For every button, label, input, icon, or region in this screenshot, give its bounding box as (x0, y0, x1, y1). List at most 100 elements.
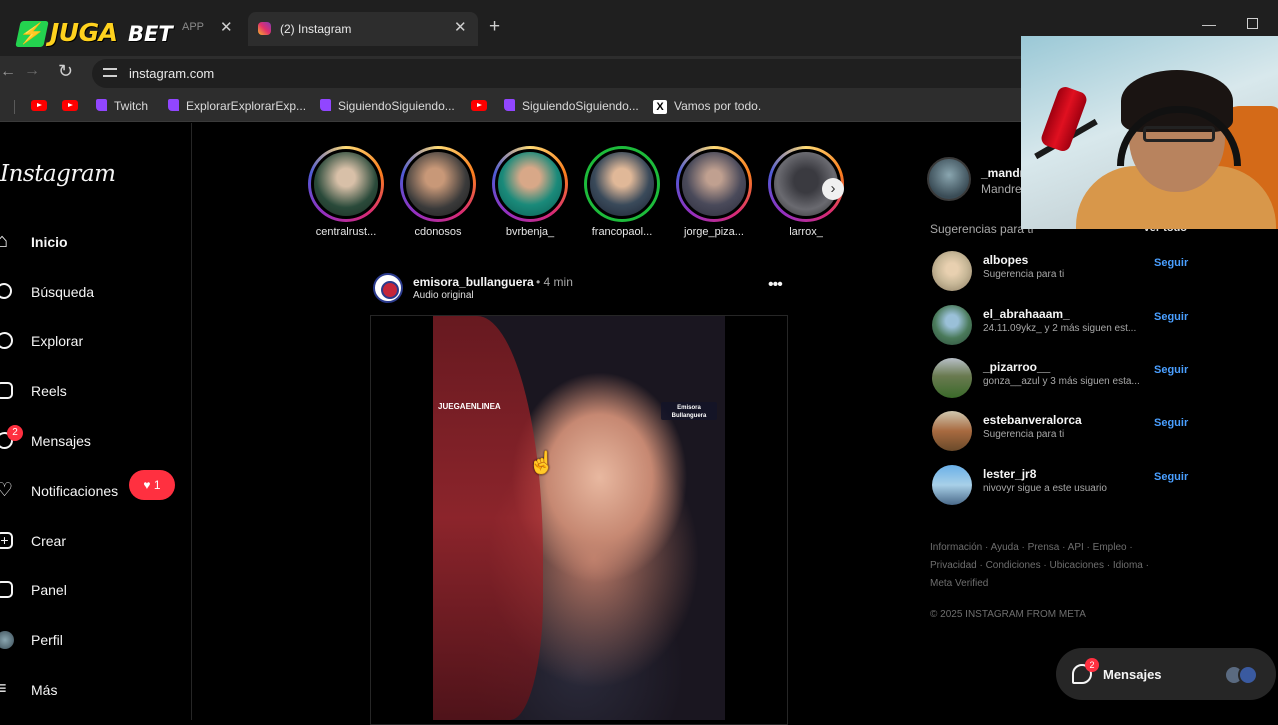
tab-title: (2) Instagram (280, 22, 352, 36)
suggestion-avatar[interactable] (932, 358, 972, 398)
suggestion-subtitle: 24.11.09ykz_ y 2 más siguen est... (983, 323, 1137, 334)
bookmark-siguiendo[interactable]: SiguiendoSiguiendo... (320, 99, 455, 113)
story-item[interactable]: centralrust... (306, 146, 386, 242)
new-tab-icon[interactable]: + (489, 16, 500, 38)
suggestions-title: Sugerencias para ti (930, 222, 1034, 236)
follow-button[interactable]: Seguir (1154, 364, 1188, 376)
more-options-icon[interactable]: ••• (768, 276, 783, 294)
post-author-username[interactable]: emisora_bullanguera (413, 275, 534, 289)
forward-arrow-icon[interactable]: → (24, 62, 40, 80)
avatar (1238, 665, 1258, 685)
suggestion-item: _pizarroo__ gonza__azul y 3 más siguen e… (930, 358, 1190, 402)
chevron-right-icon[interactable]: › (822, 178, 844, 200)
post-author-avatar[interactable] (373, 273, 403, 303)
nav-item-explorar[interactable]: Explorar (0, 327, 190, 357)
follow-button[interactable]: Seguir (1154, 417, 1188, 429)
messages-floating-button[interactable]: 2 Mensajes (1056, 648, 1276, 700)
bookmark-youtube[interactable] (471, 99, 487, 113)
instagram-sidebar: Instagram ⌂ Inicio Búsqueda Explorar Ree… (0, 123, 192, 720)
bookmark-x[interactable]: X Vamos por todo. (653, 99, 761, 114)
bookmark-siguiendo[interactable]: SiguiendoSiguiendo... (504, 99, 639, 113)
twitch-icon (96, 99, 107, 111)
suggestion-avatar[interactable] (932, 251, 972, 291)
story-item[interactable]: cdonosos (398, 146, 478, 242)
twitch-icon (168, 99, 179, 111)
suggestion-item: el_abrahaaam_ 24.11.09ykz_ y 2 más sigue… (930, 305, 1190, 349)
follow-button[interactable]: Seguir (1154, 311, 1188, 323)
home-icon: ⌂ (0, 230, 9, 252)
footer-links[interactable]: Información · Ayuda · Prensa · API · Emp… (930, 542, 1133, 553)
hand-cursor-icon: ☝ (528, 450, 556, 475)
footer-links[interactable]: Privacidad · Condiciones · Ubicaciones ·… (930, 560, 1149, 571)
suggestion-item: estebanveralorca Sugerencia para ti Segu… (930, 411, 1190, 455)
notification-count: 1 (153, 478, 161, 492)
bookmark-explorar[interactable]: ExplorarExplorarExp... (168, 99, 306, 113)
story-ring (400, 146, 476, 222)
bookmark-label: SiguiendoSiguiendo... (338, 99, 455, 113)
heart-icon: ♡ (0, 480, 14, 501)
close-tab-icon[interactable]: ✕ (220, 18, 233, 36)
suggestion-avatar[interactable] (932, 465, 972, 505)
search-icon (0, 283, 12, 299)
story-username: larrox_ (789, 226, 823, 238)
nav-label: Panel (31, 582, 67, 598)
tab-title: APP (182, 21, 205, 33)
video-watermark: JUEGAENLINEA (438, 402, 501, 411)
webcam-overlay (1021, 36, 1278, 229)
story-ring (676, 146, 752, 222)
current-user-username[interactable]: _mandr (981, 166, 1024, 180)
suggestion-username[interactable]: lester_jr8 (983, 467, 1036, 481)
nav-item-notificaciones[interactable]: ♡ Notificaciones ♥ 1 (0, 470, 190, 507)
story-ring (584, 146, 660, 222)
site-settings-icon[interactable] (103, 66, 117, 80)
story-avatar (311, 149, 381, 219)
reload-icon[interactable]: ↻ (58, 61, 73, 82)
nav-item-perfil[interactable]: Perfil (0, 626, 190, 656)
story-item[interactable]: francopaol... (582, 146, 662, 242)
nav-item-reels[interactable]: Reels (0, 377, 190, 407)
suggestion-avatar[interactable] (932, 411, 972, 451)
suggestion-username[interactable]: el_abrahaaam_ (983, 307, 1070, 321)
bookmark-youtube[interactable] (62, 99, 78, 113)
nav-item-mas[interactable]: ≡ Más (0, 676, 190, 706)
follow-button[interactable]: Seguir (1154, 471, 1188, 483)
nav-item-busqueda[interactable]: Búsqueda (0, 278, 190, 308)
suggestion-username[interactable]: _pizarroo__ (983, 360, 1050, 374)
nav-item-crear[interactable]: + Crear (0, 527, 190, 557)
story-username: jorge_piza... (684, 226, 744, 238)
compass-icon (0, 332, 13, 349)
suggestion-avatar[interactable] (932, 305, 972, 345)
bookmark-separator (14, 100, 15, 114)
back-arrow-icon[interactable]: ← (0, 63, 16, 81)
suggestion-item: lester_jr8 nivovyr sigue a este usuario … (930, 465, 1190, 509)
story-ring (492, 146, 568, 222)
suggestion-item: albopes Sugerencia para ti Seguir (930, 251, 1190, 295)
copyright-text: © 2025 INSTAGRAM FROM META (930, 609, 1086, 620)
minimize-window-icon[interactable]: — (1202, 16, 1216, 32)
maximize-window-icon[interactable] (1247, 18, 1258, 29)
nav-label: Reels (31, 383, 67, 399)
suggestion-subtitle: Sugerencia para ti (983, 269, 1065, 280)
suggestion-username[interactable]: estebanveralorca (983, 413, 1082, 427)
footer-links[interactable]: Meta Verified (930, 578, 988, 589)
post-video[interactable]: JUEGAENLINEA Emisora Bullanguera (433, 316, 725, 720)
logo-text: BET (128, 22, 173, 46)
bookmark-twitch[interactable]: Twitch (96, 99, 148, 113)
story-item[interactable]: bvrbenja_ (490, 146, 570, 242)
bookmark-label: Vamos por todo. (674, 99, 762, 113)
post-audio-label[interactable]: Audio original (413, 290, 474, 301)
story-item[interactable]: jorge_piza... (674, 146, 754, 242)
close-tab-icon[interactable]: ✕ (454, 18, 467, 36)
youtube-icon (31, 100, 47, 111)
current-user-avatar[interactable] (927, 157, 971, 201)
bookmark-youtube[interactable] (31, 99, 47, 113)
nav-label: Más (31, 682, 58, 698)
instagram-logo[interactable]: Instagram (0, 161, 116, 187)
follow-button[interactable]: Seguir (1154, 257, 1188, 269)
browser-tab-active[interactable]: (2) Instagram ✕ (248, 12, 478, 46)
nav-item-mensajes[interactable]: 2 Mensajes (0, 425, 190, 457)
suggestion-username[interactable]: albopes (983, 253, 1028, 267)
reels-icon (0, 382, 13, 399)
nav-item-inicio[interactable]: ⌂ Inicio (0, 228, 190, 258)
nav-item-panel[interactable]: Panel (0, 576, 190, 606)
